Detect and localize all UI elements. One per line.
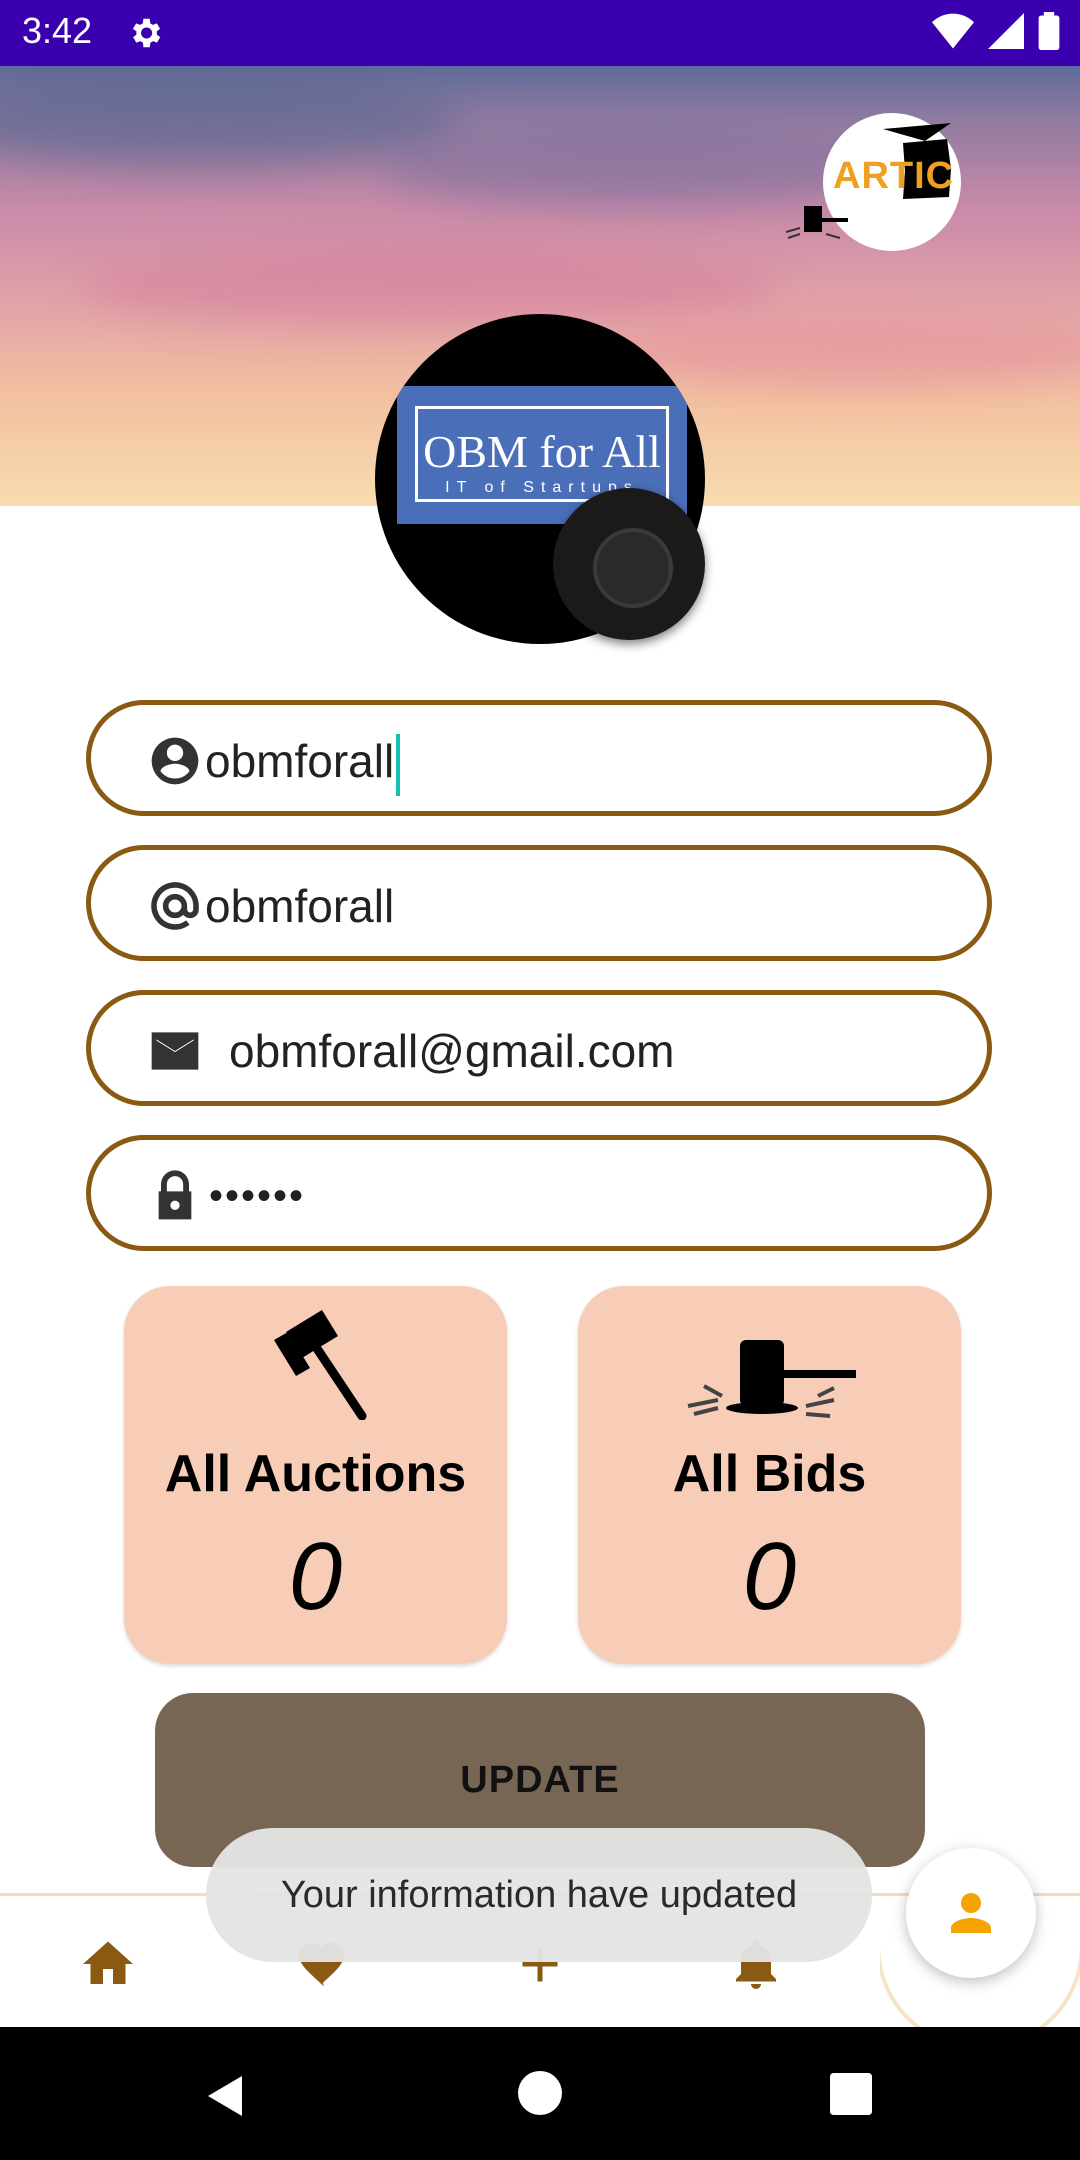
home-icon[interactable] [78,1934,138,1994]
password-input[interactable]: •••••• [209,1168,305,1224]
gavel-icon [274,1310,367,1420]
home-circle-icon[interactable] [518,2071,562,2115]
person-icon [951,1893,991,1933]
mail-icon [151,1032,199,1070]
all-bids-card[interactable]: All Bids 0 [578,1286,961,1664]
all-bids-count: 0 [742,1523,797,1630]
logo-text: ARTIC [833,155,955,197]
battery-icon [1038,12,1060,50]
lock-icon [158,1170,192,1220]
email-input[interactable]: obmforall@gmail.com [229,1023,675,1079]
name-input[interactable]: obmforall [205,733,401,796]
all-auctions-label: All Auctions [164,1445,467,1503]
recents-icon[interactable] [830,2073,872,2115]
password-field[interactable]: •••••• [86,1135,992,1251]
wifi-icon [932,13,974,49]
status-bar: 3:42 [0,0,1080,66]
profile-fab[interactable] [906,1848,1036,1978]
gavel-strike-icon [687,1340,856,1418]
all-auctions-card[interactable]: All Auctions 0 [124,1286,507,1664]
username-input[interactable]: obmforall [205,878,394,934]
username-field[interactable]: obmforall [86,845,992,961]
logo-gavel-small-icon [786,206,848,239]
name-field[interactable]: obmforall [86,700,992,816]
back-icon[interactable] [202,2071,250,2121]
change-photo-button[interactable] [553,488,705,640]
signal-icon [988,13,1024,49]
avatar-title: OBM for All [423,426,661,477]
system-navigation-bar [0,2027,1080,2160]
name-value: obmforall [205,735,395,787]
account-circle-icon [151,737,199,785]
toast-message: Your information have updated [206,1828,872,1962]
status-time: 3:42 [22,10,93,51]
at-sign-icon [151,882,199,930]
email-field[interactable]: obmforall@gmail.com [86,990,992,1106]
all-auctions-count: 0 [288,1523,343,1630]
all-bids-label: All Bids [672,1445,867,1503]
settings-icon [132,18,161,48]
text-cursor [396,733,401,796]
